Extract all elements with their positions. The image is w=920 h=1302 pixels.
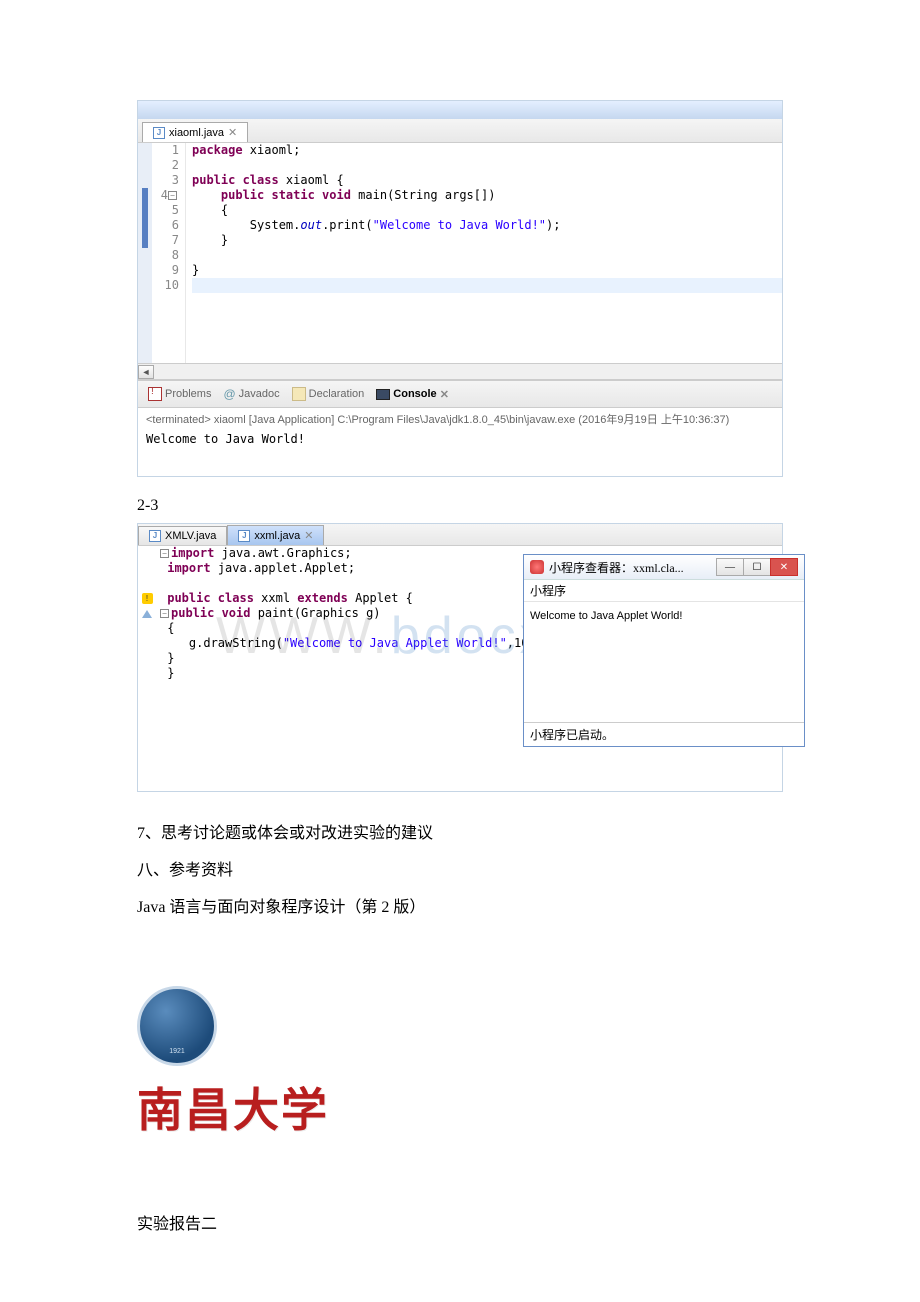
close-icon[interactable]: ✕ <box>440 388 449 401</box>
editor-tab-bar: XMLV.java xxml.java ✕ <box>138 524 782 546</box>
eclipse-screenshot-1: xiaoml.java ✕ 1 2 3 4− 5 6 7 8 9 10 <box>137 100 783 477</box>
logo-calligraphy: 南 昌 大 学 <box>137 1074 783 1140</box>
tab-console[interactable]: Console ✕ <box>372 386 453 403</box>
logo-emblem <box>137 986 217 1066</box>
annotation-ruler: ! <box>138 546 156 791</box>
code-area[interactable]: package xiaoml; public class xiaoml { pu… <box>186 143 782 363</box>
window-titlebar <box>138 101 782 119</box>
line-number-gutter: 1 2 3 4− 5 6 7 8 9 10 <box>152 143 186 363</box>
editor-tab-bar: xiaoml.java ✕ <box>138 119 782 143</box>
close-button[interactable]: ✕ <box>770 558 798 576</box>
tab-declaration[interactable]: Declaration <box>288 385 369 403</box>
applet-status: 小程序已启动。 <box>524 722 804 746</box>
paragraph: 八、参考资料 <box>137 853 783 888</box>
console-output: Welcome to Java World! <box>138 430 782 476</box>
document-body-text: 7、思考讨论题或体会或对改进实验的建议 八、参考资料 Java 语言与面向对象程… <box>137 816 783 926</box>
applet-menu[interactable]: 小程序 <box>524 580 804 602</box>
paragraph: 7、思考讨论题或体会或对改进实验的建议 <box>137 816 783 851</box>
java-applet-icon <box>530 560 544 574</box>
tab-problems[interactable]: ! Problems <box>144 385 215 403</box>
editor-tab-xmlv[interactable]: XMLV.java <box>138 526 227 545</box>
applet-titlebar[interactable]: 小程序查看器：xxml.cla... — ☐ ✕ <box>524 555 804 580</box>
logo-char: 大 <box>233 1074 279 1140</box>
java-file-icon <box>238 530 250 542</box>
minimize-button[interactable]: — <box>716 558 744 576</box>
tab-label: xiaoml.java <box>169 127 224 139</box>
editor-tab-xiaoml[interactable]: xiaoml.java ✕ <box>142 122 248 142</box>
report-title: 实验报告二 <box>137 1210 783 1234</box>
applet-title-text: 小程序查看器：xxml.cla... <box>549 559 684 576</box>
java-file-icon <box>149 530 161 542</box>
applet-viewer-window[interactable]: 小程序查看器：xxml.cla... — ☐ ✕ 小程序 Welcome to … <box>523 554 805 747</box>
tab-javadoc[interactable]: @ Javadoc <box>219 385 283 403</box>
bottom-tab-bar: ! Problems @ Javadoc Declaration Console… <box>138 381 782 408</box>
problems-icon: ! <box>148 387 162 401</box>
code-editor[interactable]: 1 2 3 4− 5 6 7 8 9 10 package xiaoml; pu… <box>138 143 782 363</box>
applet-content: Welcome to Java Applet World! <box>524 602 804 722</box>
logo-char: 南 <box>137 1074 183 1140</box>
horizontal-scrollbar[interactable]: ◄ <box>138 363 782 379</box>
javadoc-icon: @ <box>223 387 235 401</box>
eclipse-screenshot-2: XMLV.java xxml.java ✕ ! −import jav <box>137 523 783 792</box>
declaration-icon <box>292 387 306 401</box>
java-file-icon <box>153 127 165 139</box>
warning-icon: ! <box>142 593 153 604</box>
close-icon[interactable]: ✕ <box>304 529 313 542</box>
marker-bar <box>138 143 152 363</box>
console-terminated-label: <terminated> xiaoml [Java Application] C… <box>138 408 782 430</box>
logo-char: 学 <box>281 1074 327 1140</box>
university-logo: 南 昌 大 学 <box>137 986 783 1140</box>
bottom-panel: ! Problems @ Javadoc Declaration Console… <box>138 379 782 476</box>
maximize-button[interactable]: ☐ <box>743 558 771 576</box>
logo-char: 昌 <box>185 1074 231 1140</box>
override-icon <box>142 610 152 618</box>
section-label: 2-3 <box>137 497 783 515</box>
console-icon <box>376 389 390 400</box>
scroll-left-icon[interactable]: ◄ <box>138 365 154 379</box>
close-icon[interactable]: ✕ <box>228 126 237 139</box>
paragraph: Java 语言与面向对象程序设计（第 2 版） <box>137 890 783 925</box>
editor-tab-xxml[interactable]: xxml.java ✕ <box>227 525 324 545</box>
